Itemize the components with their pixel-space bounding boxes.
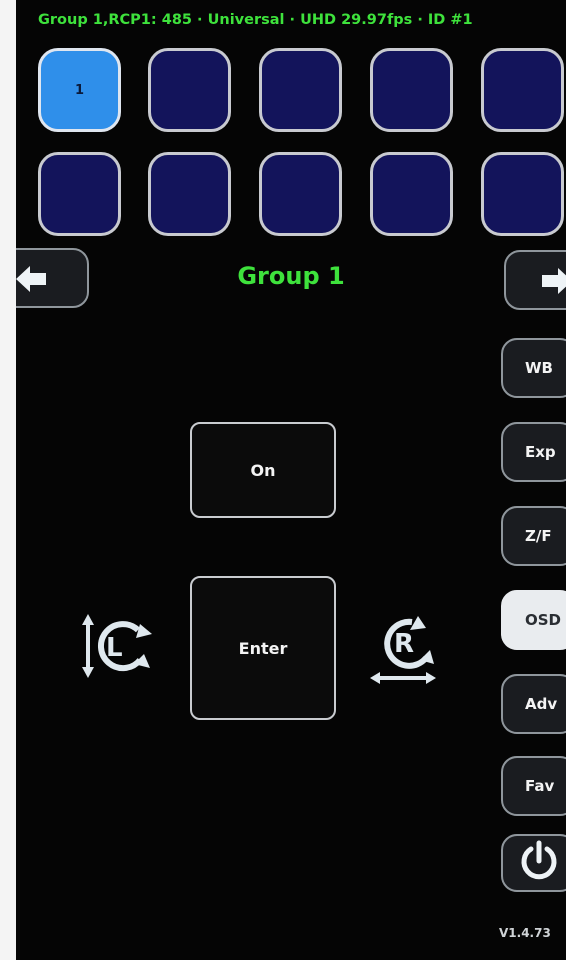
rotary-left-vertical-icon[interactable]: L	[80, 614, 160, 682]
side-menu-label: Exp	[525, 443, 556, 461]
side-menu-zf[interactable]: Z/F	[501, 506, 566, 566]
enter-button[interactable]: Enter	[190, 576, 336, 720]
group-title: Group 1	[237, 262, 345, 290]
camera-button-2[interactable]	[148, 48, 231, 132]
rotary-right-horizontal-icon[interactable]: R	[368, 612, 444, 692]
camera-button-6[interactable]	[38, 152, 121, 236]
power-button[interactable]	[501, 834, 566, 892]
side-menu-osd[interactable]: OSD	[501, 590, 566, 650]
rotary-right-letter: R	[394, 629, 414, 659]
camera-button-5[interactable]	[481, 48, 564, 132]
rcp-screen: Group 1,RCP1: 485 · Universal · UHD 29.9…	[16, 0, 566, 960]
on-button[interactable]: On	[190, 422, 336, 518]
side-menu-fav[interactable]: Fav	[501, 756, 566, 816]
side-menu-label: Z/F	[525, 527, 552, 545]
camera-button-1[interactable]: 1	[38, 48, 121, 132]
camera-button-7[interactable]	[148, 152, 231, 236]
version-label: V1.4.73	[499, 926, 551, 940]
camera-button-3[interactable]	[259, 48, 342, 132]
rotary-left-letter: L	[106, 633, 123, 663]
side-menu-label: WB	[525, 359, 553, 377]
arrow-right-icon	[540, 268, 566, 298]
device-bezel	[0, 0, 16, 960]
status-bar: Group 1,RCP1: 485 · Universal · UHD 29.9…	[38, 12, 473, 28]
side-menu-wb[interactable]: WB	[501, 338, 566, 398]
camera-button-9[interactable]	[370, 152, 453, 236]
side-menu-label: OSD	[525, 611, 562, 629]
camera-button-8[interactable]	[259, 152, 342, 236]
side-menu-label: Adv	[525, 695, 558, 713]
side-menu-label: Fav	[525, 777, 555, 795]
next-group-button[interactable]	[504, 250, 566, 310]
side-menu-adv[interactable]: Adv	[501, 674, 566, 734]
side-menu-exp[interactable]: Exp	[501, 422, 566, 482]
camera-button-10[interactable]	[481, 152, 564, 236]
power-icon	[517, 839, 561, 887]
camera-button-4[interactable]	[370, 48, 453, 132]
